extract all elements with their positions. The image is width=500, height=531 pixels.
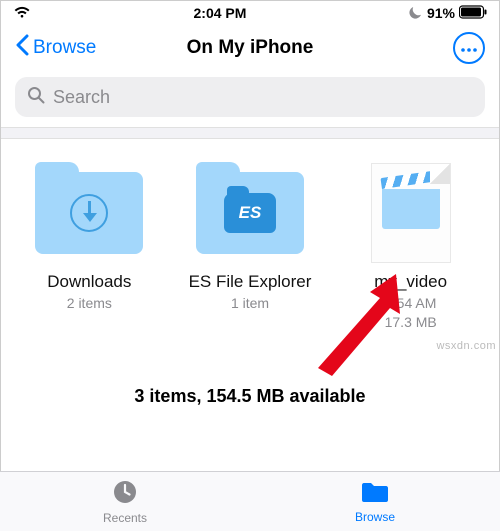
battery-icon (459, 5, 487, 22)
search-bar[interactable] (15, 77, 485, 117)
ellipsis-icon (461, 39, 477, 57)
item-name: my_video (374, 271, 447, 292)
folder-downloads[interactable]: Downloads 2 items (21, 163, 158, 332)
folder-icon: ES (196, 172, 304, 254)
item-meta: 2 items (67, 294, 112, 313)
page-title: On My iPhone (187, 37, 314, 59)
nav-bar: Browse On My iPhone (1, 25, 499, 71)
item-name: ES File Explorer (189, 271, 312, 292)
back-button[interactable]: Browse (15, 34, 96, 62)
file-grid: Downloads 2 items ES ES File Explorer 1 … (1, 139, 499, 344)
storage-summary: 3 items, 154.5 MB available (1, 344, 499, 425)
search-icon (27, 86, 45, 109)
battery-percent: 91% (427, 5, 455, 21)
status-time: 2:04 PM (194, 5, 247, 21)
wifi-icon (13, 5, 31, 22)
tab-bar: Recents Browse (0, 471, 500, 531)
video-file-icon (371, 163, 451, 263)
watermark: wsxdn.com (436, 340, 496, 352)
file-my-video[interactable]: my_video 3:54 AM 17.3 MB (342, 163, 479, 332)
more-button[interactable] (453, 32, 485, 64)
item-meta: 3:54 AM (385, 294, 436, 313)
folder-es-file-explorer[interactable]: ES ES File Explorer 1 item (182, 163, 319, 332)
item-meta-2: 17.3 MB (385, 313, 437, 332)
back-label: Browse (33, 37, 96, 59)
status-bar: 2:04 PM 91% (1, 1, 499, 25)
tab-browse[interactable]: Browse (250, 472, 500, 531)
tab-label: Browse (355, 510, 395, 524)
chevron-left-icon (15, 34, 29, 62)
folder-icon (360, 479, 390, 508)
tab-recents[interactable]: Recents (0, 472, 250, 531)
folder-icon (35, 172, 143, 254)
es-app-icon: ES (224, 193, 276, 233)
clock-icon (111, 478, 139, 509)
tab-label: Recents (103, 511, 147, 525)
section-divider (1, 127, 499, 139)
search-input[interactable] (53, 87, 473, 108)
item-name: Downloads (47, 271, 131, 292)
moon-icon (409, 5, 423, 22)
item-meta: 1 item (231, 294, 269, 313)
